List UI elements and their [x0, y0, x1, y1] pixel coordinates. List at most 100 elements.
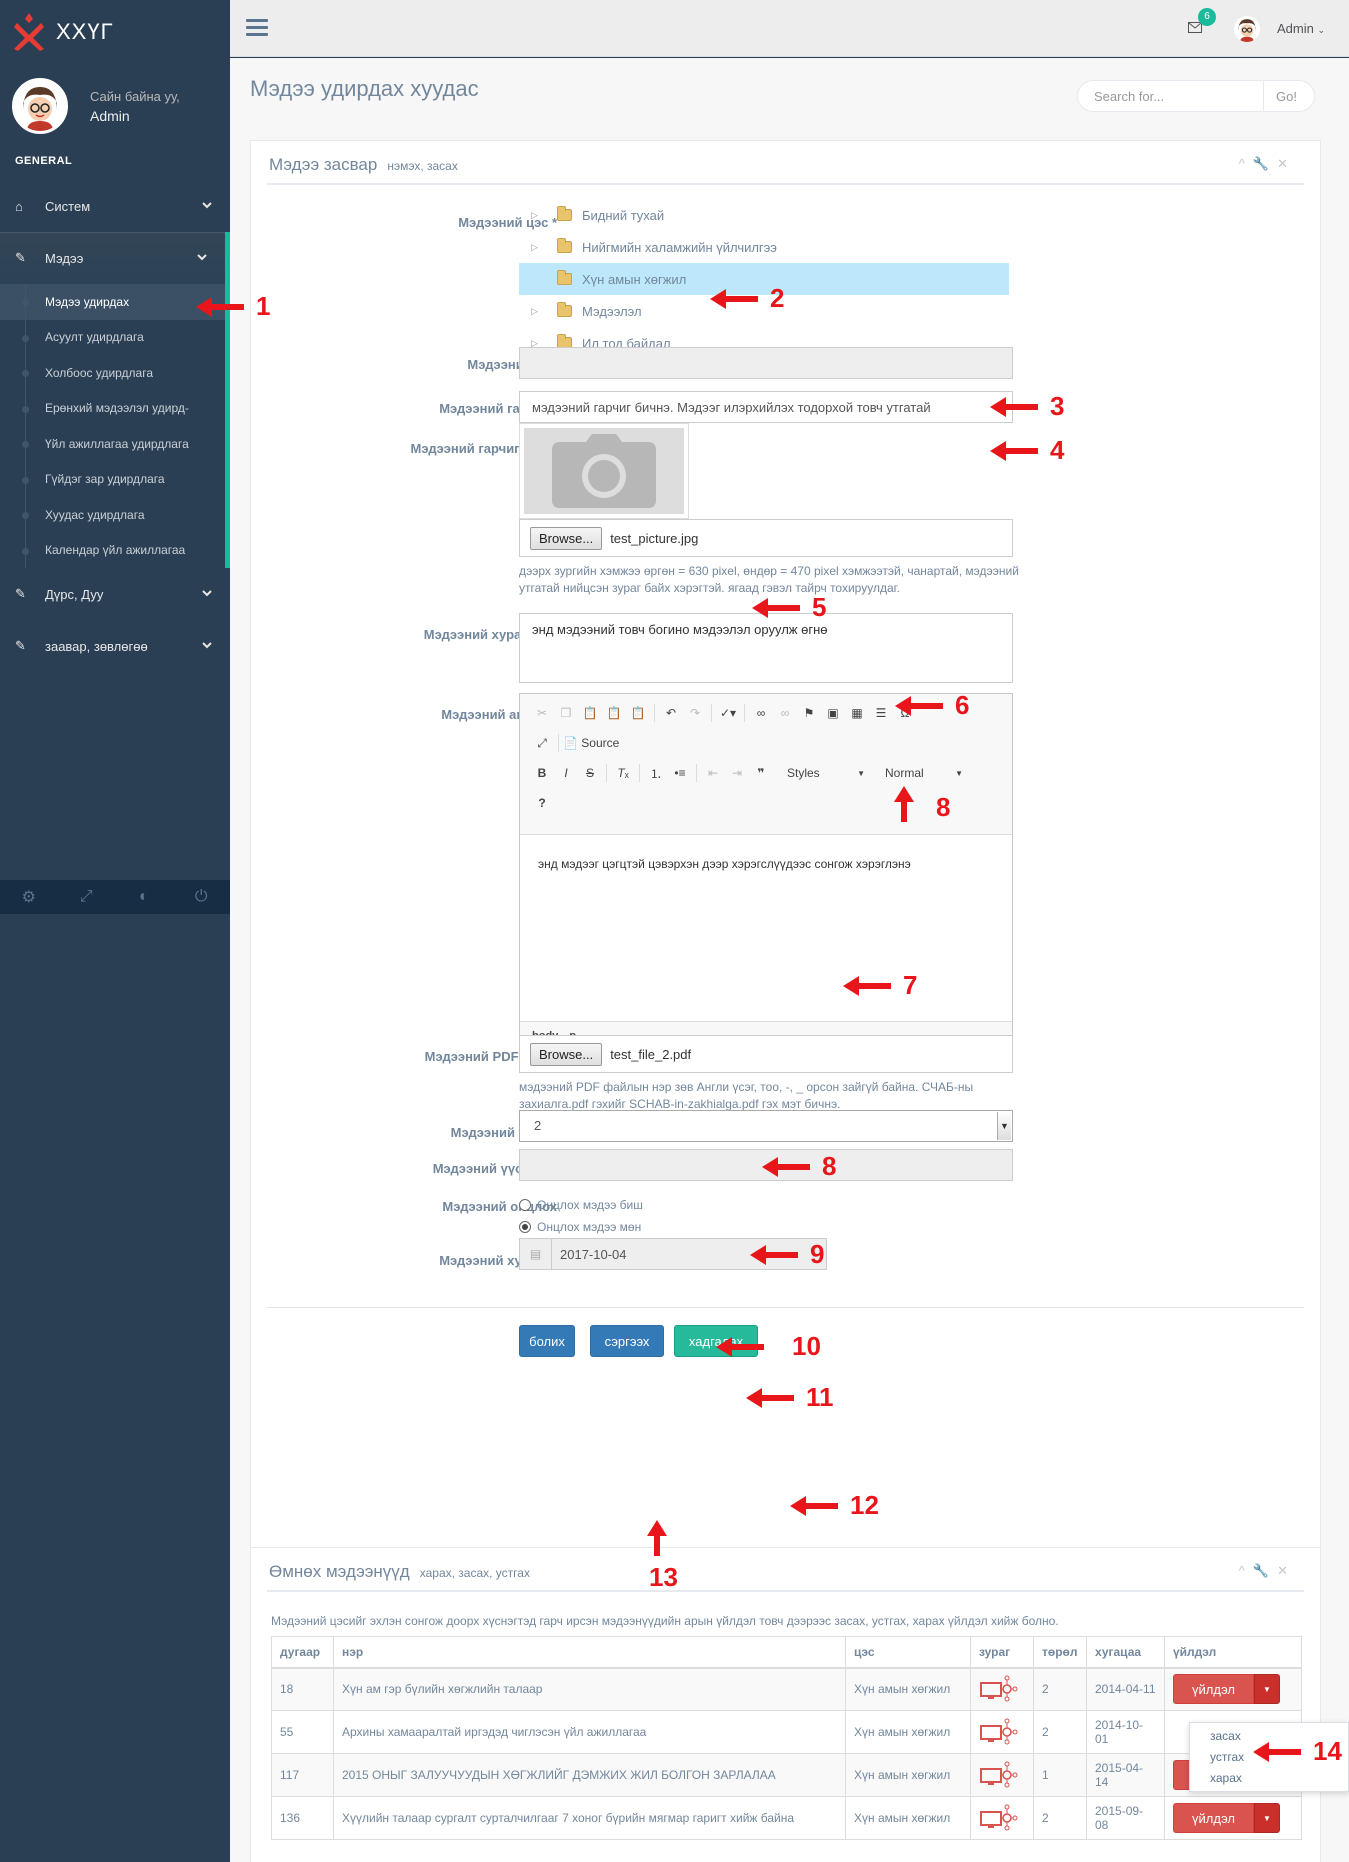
submenu-item-calendar[interactable]: Календар үйл ажиллагаа [0, 532, 225, 569]
avatar[interactable] [1234, 16, 1260, 42]
expand-icon[interactable]: ▷ [531, 306, 557, 317]
annotation-arrow: 5 [752, 592, 826, 623]
eye-slash-icon[interactable]: ◐ [115, 880, 173, 914]
calendar-icon[interactable]: ▤ [520, 1239, 552, 1269]
format-dropdown[interactable]: Normal ▼ [879, 762, 969, 784]
bold-icon[interactable]: B [530, 762, 554, 784]
table-icon[interactable]: ▦ [845, 702, 869, 724]
settings-icon[interactable]: ⚙ [0, 880, 58, 914]
action-button[interactable]: үйлдэл [1173, 1803, 1255, 1833]
sidebar-item-guide[interactable]: ✎ заавар, зөвлөгөө [0, 620, 230, 672]
submenu-item-links[interactable]: Холбоос удирдлага [0, 355, 225, 391]
table-row[interactable]: 136 Хүүлийн талаар сургалт сурталчилгааг… [271, 1796, 1302, 1840]
caret-down-icon[interactable]: ▼ [1254, 1674, 1281, 1705]
arrow-left-icon [710, 288, 758, 309]
submenu-item-pages[interactable]: Хуудас удирдлага [0, 497, 225, 533]
table-row[interactable]: 18 Хүн ам гэр бүлийн хөгжлийн талаар Хүн… [271, 1667, 1302, 1711]
submenu-item-activities[interactable]: Үйл ажиллагаа удирдлага [0, 426, 225, 462]
page-title: Мэдээ удирдах хуудас [250, 76, 479, 101]
maximize-icon[interactable]: ⤢ [530, 732, 554, 754]
expand-icon[interactable]: ▷ [531, 210, 557, 221]
tree-node[interactable]: ▷ Нийгмийн халамжийн үйлчилгээ [519, 231, 1009, 263]
profile-greeting: Сайн байна уу, [90, 88, 180, 104]
image-insert-icon[interactable]: ▣ [821, 702, 845, 724]
panel-title: Өмнөх мэдээнүүд харах, засах, устгах [269, 1562, 530, 1581]
bullet-list-icon[interactable]: •≡ [668, 762, 692, 784]
submenu-item-questions[interactable]: Асуулт удирдлага [0, 319, 225, 356]
undo-icon[interactable]: ↶ [659, 702, 683, 724]
submenu-item-ticker[interactable]: Гүйдэг зар удирдлага [0, 461, 225, 498]
menu-item-view[interactable]: харах [1190, 1768, 1348, 1789]
table-row[interactable]: 117 2015 ОНЫГ ЗАЛУУЧУУДЫН ХӨГЖЛИЙГ ДЭМЖИ… [271, 1753, 1302, 1797]
chevron-down-icon: ⌄ [1317, 25, 1326, 35]
cut-icon[interactable]: ✂ [530, 702, 554, 724]
italic-icon[interactable]: I [554, 762, 578, 784]
pdf-file-input[interactable]: Browse... test_file_2.pdf [519, 1035, 1013, 1073]
sidebar-item-news[interactable]: ✎ Мэдээ [0, 232, 230, 284]
fullscreen-icon[interactable]: ⤢ [58, 880, 116, 914]
summary-textarea[interactable]: энд мэдээний товч богино мэдээлэл оруулж… [519, 613, 1013, 683]
table-row[interactable]: 55 Архины хамааралтай иргэдэд чиглэсэн ү… [271, 1710, 1302, 1754]
outdent-icon[interactable]: ⇤ [701, 762, 725, 784]
sidebar-item-system[interactable]: ⌂ Систем [0, 180, 230, 232]
paste-word-icon[interactable]: 📋 [626, 702, 650, 724]
close-icon[interactable]: ✕ [1277, 1563, 1296, 1578]
sidebar-footer: ⚙ ⤢ ◐ ⏻ [0, 880, 230, 914]
anchor-flag-icon[interactable]: ⚑ [797, 702, 821, 724]
wrench-icon[interactable]: 🔧 [1253, 156, 1277, 171]
paste-text-icon[interactable]: 📋 [602, 702, 626, 724]
list-description: Мэдээний цэсийг эхлэн сонгож доорх хүснэ… [271, 1614, 1059, 1628]
horizontal-line-icon[interactable]: ☰ [869, 702, 893, 724]
wrench-icon[interactable]: 🔧 [1253, 1563, 1277, 1578]
cancel-button[interactable]: болих [519, 1325, 575, 1357]
annotation-arrow: 2 [710, 283, 784, 314]
redo-icon[interactable]: ↷ [683, 702, 707, 724]
numbered-list-icon[interactable]: ⒈ [644, 762, 668, 784]
user-menu-toggle[interactable]: Admin ⌄ [1277, 21, 1325, 36]
search-go-button[interactable]: Go! [1263, 81, 1309, 111]
submenu-item-manage-news[interactable]: Мэдээ удирдах [0, 284, 225, 320]
action-button[interactable]: үйлдэл [1173, 1674, 1255, 1705]
source-button[interactable]: 📄 Source [563, 732, 619, 754]
search-input[interactable] [1078, 88, 1263, 104]
editor-body[interactable]: энд мэдээг цэгцтэй цэвэрхэн дээр хэрэгсл… [520, 834, 1012, 1022]
chevron-down-icon [202, 198, 212, 213]
paste-icon[interactable]: 📋 [578, 702, 602, 724]
close-icon[interactable]: ✕ [1277, 156, 1296, 171]
submenu-item-general-info[interactable]: Ерөнхий мэдээлэл удирд- [0, 390, 225, 427]
action-split-button[interactable]: үйлдэл▼ [1173, 1803, 1281, 1833]
arrow-left-icon [990, 440, 1038, 461]
headline-input[interactable] [519, 391, 1013, 423]
refresh-button[interactable]: сэргээх [590, 1325, 664, 1357]
spellcheck-icon[interactable]: ✓▾ [716, 702, 740, 724]
panel-header: Өмнөх мэдээнүүд харах, засах, устгах ^🔧✕ [267, 1548, 1304, 1592]
news-id-field[interactable] [519, 347, 1013, 379]
chevron-down-icon: ▼ [997, 1112, 1011, 1140]
brand-logo-link[interactable]: ХХҮГ [14, 10, 114, 54]
strike-icon[interactable]: S [578, 762, 602, 784]
radio-featured[interactable]: Онцлох мэдээ мөн [519, 1220, 641, 1234]
sidebar-item-gallery[interactable]: ✎ Дүрс, Дуу [0, 568, 230, 620]
styles-dropdown[interactable]: Styles ▼ [781, 762, 871, 784]
link-icon[interactable]: ∞ [749, 702, 773, 724]
image-file-input[interactable]: Browse... test_picture.jpg [519, 519, 1013, 557]
blockquote-icon[interactable]: ❞ [749, 762, 773, 784]
editor-toolbar-row-1: ✂ ❐ 📋 📋 📋 ↶ ↷ ✓▾ ∞ ∞ ⚑ ▣ ▦ ☰ Ω [530, 700, 917, 726]
remove-format-icon[interactable]: Tₓ [611, 762, 635, 784]
radio-not-featured[interactable]: Онцлох мэдээ биш [519, 1198, 643, 1212]
collapse-icon[interactable]: ^ [1239, 1563, 1253, 1578]
collapse-icon[interactable]: ^ [1239, 156, 1253, 171]
type-select[interactable]: 2 ▼ [519, 1110, 1013, 1142]
indent-icon[interactable]: ⇥ [725, 762, 749, 784]
action-split-button[interactable]: үйлдэл▼ [1173, 1674, 1281, 1705]
browse-pdf-button[interactable]: Browse... [530, 1042, 603, 1066]
tree-node[interactable]: ▷ Бидний тухай [519, 199, 1009, 231]
menu-toggle-icon[interactable] [246, 19, 268, 40]
expand-icon[interactable]: ▷ [531, 242, 557, 253]
browse-image-button[interactable]: Browse... [530, 526, 603, 550]
unlink-icon[interactable]: ∞ [773, 702, 797, 724]
help-icon[interactable]: ? [530, 792, 554, 814]
copy-icon[interactable]: ❐ [554, 702, 578, 724]
power-icon[interactable]: ⏻ [173, 880, 231, 914]
caret-down-icon[interactable]: ▼ [1254, 1803, 1281, 1833]
